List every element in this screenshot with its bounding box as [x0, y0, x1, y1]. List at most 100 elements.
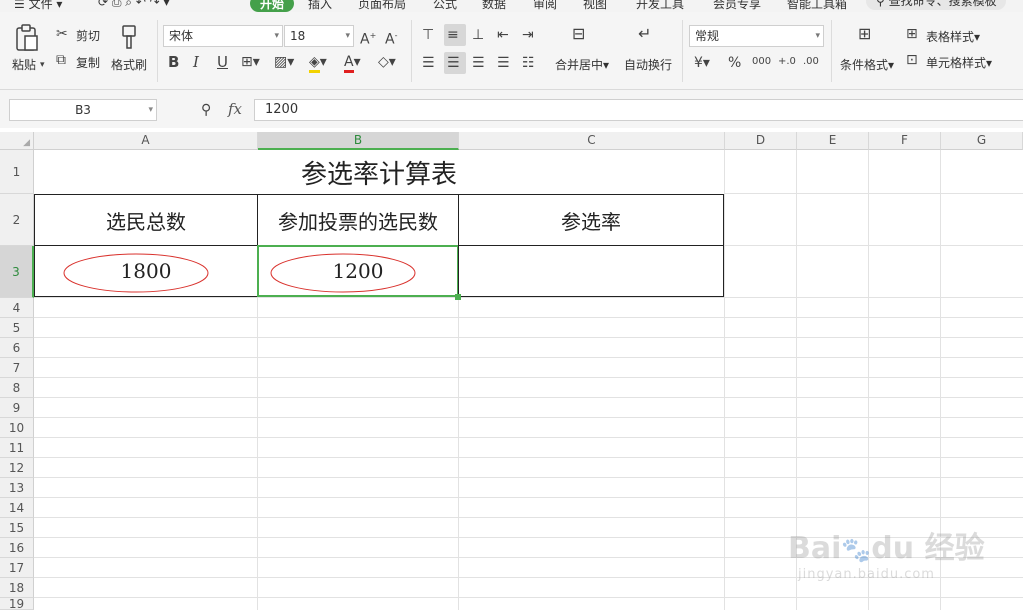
table-style-icon[interactable]: ⊞	[906, 26, 918, 42]
decrease-indent-icon[interactable]: ⇤	[497, 27, 509, 43]
fill-color-icon[interactable]: ◈▾	[309, 54, 327, 73]
font-name-select[interactable]: 宋体 ▾	[163, 25, 283, 47]
row-header-3[interactable]: 3	[0, 246, 34, 298]
font-size-select[interactable]: 18 ▾	[284, 25, 354, 47]
wrap-text-button[interactable]: 自动换行	[624, 56, 672, 73]
cell-style-button[interactable]: 单元格样式▾	[926, 54, 992, 71]
row-header-5[interactable]: 5	[0, 318, 34, 338]
tab-view[interactable]: 视图	[583, 0, 607, 12]
row-header-9[interactable]: 9	[0, 398, 34, 418]
bold-icon[interactable]: B	[168, 54, 179, 70]
row-header-19[interactable]: 19	[0, 598, 34, 610]
row-header-10[interactable]: 10	[0, 418, 34, 438]
row-header-15[interactable]: 15	[0, 518, 34, 538]
border-icon[interactable]: ⊞▾	[241, 54, 260, 70]
justify-icon[interactable]: ☰	[497, 55, 510, 71]
merged-title-cell[interactable]: 参选率计算表	[34, 150, 724, 194]
tab-insert[interactable]: 插入	[308, 0, 332, 12]
distributed-icon[interactable]: ☷	[522, 55, 535, 71]
align-top-icon[interactable]: ⊤	[422, 27, 434, 43]
fx-icon[interactable]: fx	[228, 100, 242, 118]
scissors-icon[interactable]: ✂	[56, 26, 68, 42]
tab-formulas[interactable]: 公式	[433, 0, 457, 12]
fill-style-icon[interactable]: ▨▾	[274, 54, 294, 70]
align-middle-icon[interactable]: ≡	[447, 27, 459, 43]
increase-font-icon[interactable]: A+	[360, 28, 376, 48]
row-header-14[interactable]: 14	[0, 498, 34, 518]
paste-dropdown-icon[interactable]: ▾	[40, 57, 45, 73]
row-gridline	[34, 317, 1023, 318]
percent-icon[interactable]: %	[728, 55, 741, 71]
row-header-7[interactable]: 7	[0, 358, 34, 378]
cut-button[interactable]: 剪切	[76, 27, 100, 44]
number-format-select[interactable]: 常规 ▾	[689, 25, 824, 47]
column-header-C[interactable]: C	[459, 132, 725, 150]
column-header-F[interactable]: F	[869, 132, 941, 150]
column-header-G[interactable]: G	[941, 132, 1023, 150]
align-bottom-icon[interactable]: ⊥	[472, 27, 484, 43]
name-box[interactable]: B3 ▾	[9, 99, 157, 121]
font-color-icon[interactable]: A▾	[344, 54, 361, 73]
underline-icon[interactable]: U	[217, 54, 228, 70]
tab-page-layout[interactable]: 页面布局	[358, 0, 406, 12]
row-header-6[interactable]: 6	[0, 338, 34, 358]
cell-C3[interactable]	[458, 245, 724, 297]
cell-B2[interactable]: 参加投票的选民数	[257, 194, 459, 246]
copy-button[interactable]: 复制	[76, 54, 100, 71]
tab-developer[interactable]: 开发工具	[636, 0, 684, 12]
row-header-16[interactable]: 16	[0, 538, 34, 558]
annotation-ellipse	[270, 253, 416, 293]
column-header-D[interactable]: D	[725, 132, 797, 150]
formula-bar: B3 ▾ ⚲ fx 1200	[0, 90, 1023, 128]
row-header-13[interactable]: 13	[0, 478, 34, 498]
paste-label[interactable]: 粘贴	[12, 56, 36, 73]
clear-format-icon[interactable]: ◇▾	[378, 54, 396, 70]
zoom-search-icon[interactable]: ⚲	[201, 102, 211, 118]
copy-icon[interactable]: ⧉	[56, 52, 66, 68]
fill-handle[interactable]	[455, 294, 461, 300]
formula-input[interactable]: 1200	[254, 99, 1023, 121]
cell-style-icon[interactable]: ⊡	[906, 52, 918, 68]
conditional-format-button[interactable]: 条件格式▾	[840, 56, 894, 73]
merge-center-icon[interactable]: ⊟	[572, 26, 585, 42]
row-header-8[interactable]: 8	[0, 378, 34, 398]
tab-review[interactable]: 审阅	[533, 0, 557, 12]
row-header-17[interactable]: 17	[0, 558, 34, 578]
column-header-B[interactable]: B	[258, 132, 459, 150]
row-header-2[interactable]: 2	[0, 194, 34, 246]
conditional-format-icon[interactable]: ⊞	[858, 26, 871, 42]
italic-icon[interactable]: I	[193, 54, 199, 70]
row-header-18[interactable]: 18	[0, 578, 34, 598]
cell-A2[interactable]: 选民总数	[34, 194, 258, 246]
cell-C2[interactable]: 参选率	[458, 194, 724, 246]
tab-smart-tools[interactable]: 智能工具箱	[787, 0, 847, 12]
tab-member[interactable]: 会员专享	[713, 0, 761, 12]
wrap-text-icon[interactable]: ↵	[638, 26, 651, 42]
decrease-font-icon[interactable]: A-	[385, 28, 397, 48]
search-command-box[interactable]: ⚲ 查找命令、搜索模板	[866, 0, 1006, 10]
merge-center-button[interactable]: 合并居中▾	[555, 56, 609, 73]
table-style-button[interactable]: 表格样式▾	[926, 28, 980, 45]
increase-indent-icon[interactable]: ⇥	[522, 27, 534, 43]
thousands-separator-icon[interactable]: 000	[752, 54, 771, 70]
paste-button[interactable]	[14, 24, 42, 52]
row-gridline	[34, 477, 1023, 478]
align-right-icon[interactable]: ☰	[472, 55, 485, 71]
decrease-decimal-icon[interactable]: .00	[803, 54, 819, 70]
row-header-11[interactable]: 11	[0, 438, 34, 458]
file-menu[interactable]: ☰ 文件 ▾	[14, 0, 62, 12]
format-painter-button[interactable]: 格式刷	[111, 56, 147, 73]
select-all-corner[interactable]: ◢	[0, 132, 34, 150]
row-header-12[interactable]: 12	[0, 458, 34, 478]
column-header-E[interactable]: E	[797, 132, 869, 150]
increase-decimal-icon[interactable]: +.0	[778, 54, 796, 70]
currency-icon[interactable]: ¥▾	[694, 55, 710, 71]
tab-data[interactable]: 数据	[482, 0, 506, 12]
align-center-icon[interactable]: ☰	[447, 55, 460, 71]
column-header-A[interactable]: A	[34, 132, 258, 150]
tab-home[interactable]: 开始	[250, 0, 295, 12]
row-header-4[interactable]: 4	[0, 298, 34, 318]
align-left-icon[interactable]: ☰	[422, 55, 435, 71]
row-header-1[interactable]: 1	[0, 150, 34, 194]
format-painter-icon[interactable]	[118, 24, 140, 50]
